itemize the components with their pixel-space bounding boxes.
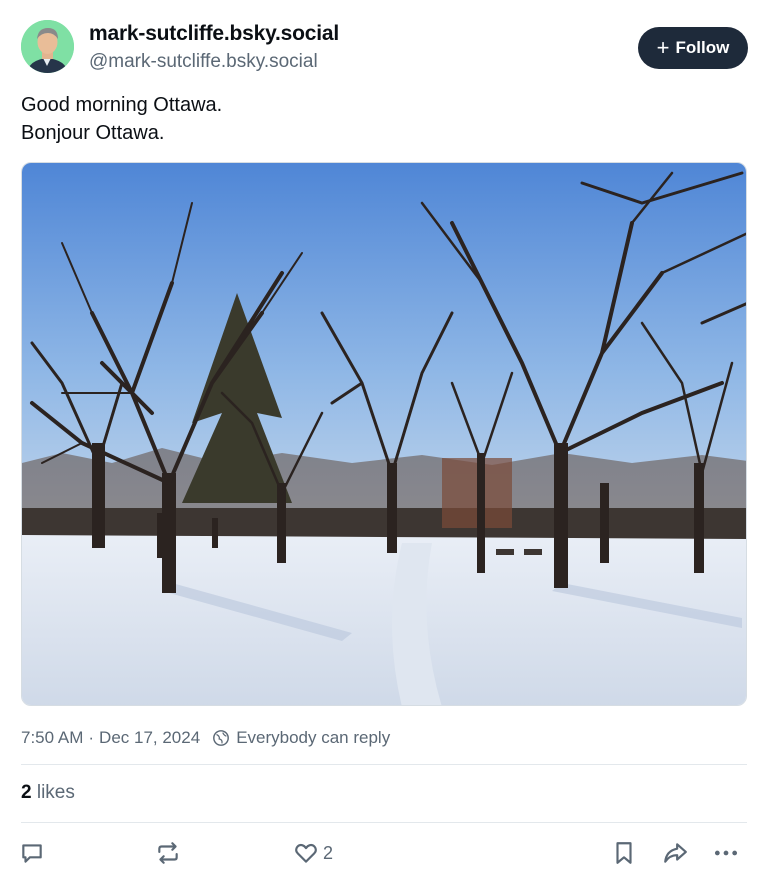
- post-date[interactable]: Dec 17, 2024: [99, 728, 200, 748]
- bookmark-button[interactable]: [611, 840, 637, 866]
- post-text-line: Bonjour Ottawa.: [21, 122, 165, 144]
- author-handle[interactable]: @mark-sutcliffe.bsky.social: [89, 51, 318, 73]
- bookmark-icon: [616, 842, 632, 864]
- repost-button[interactable]: [155, 840, 181, 866]
- reply-icon: [22, 844, 42, 863]
- meta-separator: ·: [88, 728, 95, 747]
- repost-icon: [158, 842, 178, 864]
- divider: [21, 764, 747, 765]
- divider: [21, 822, 747, 823]
- likes-count[interactable]: 2 likes: [21, 782, 75, 804]
- avatar[interactable]: [21, 20, 74, 73]
- post-text: Good morning Ottawa. Bonjour Ottawa.: [21, 91, 222, 147]
- like-button[interactable]: 2: [293, 840, 333, 866]
- heart-icon: [295, 843, 317, 863]
- like-count: 2: [323, 842, 334, 863]
- post-time[interactable]: 7:50 AM: [21, 728, 83, 748]
- author-display-name[interactable]: mark-sutcliffe.bsky.social: [89, 22, 339, 46]
- follow-button[interactable]: + Follow: [638, 27, 748, 69]
- post-image[interactable]: [21, 162, 747, 706]
- reply-button[interactable]: [19, 840, 45, 866]
- likes-count-number: 2: [21, 782, 32, 803]
- likes-count-label: likes: [36, 782, 75, 803]
- share-icon: [664, 843, 687, 863]
- more-button[interactable]: [713, 840, 739, 866]
- globe-icon: [213, 730, 230, 746]
- post-text-line: Good morning Ottawa.: [21, 94, 223, 116]
- follow-button-label: Follow: [675, 38, 730, 57]
- reply-setting: Everybody can reply: [236, 728, 391, 747]
- share-button[interactable]: [662, 840, 688, 866]
- post-meta: 7:50 AM · Dec 17, 2024 Everybody can rep…: [21, 728, 390, 748]
- plus-icon: +: [656, 35, 670, 60]
- more-icon: [714, 850, 738, 856]
